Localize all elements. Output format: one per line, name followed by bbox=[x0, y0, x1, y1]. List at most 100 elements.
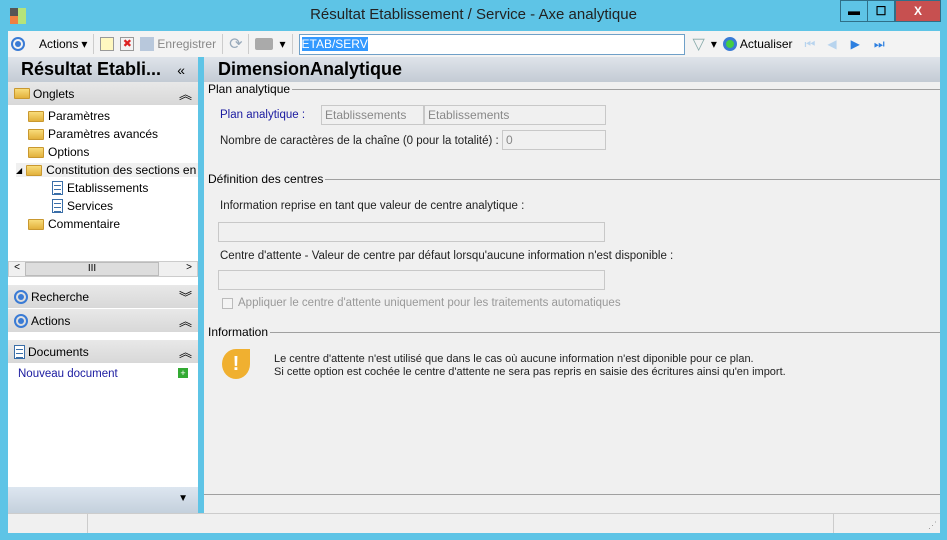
tree-item-options[interactable]: Options bbox=[28, 145, 89, 159]
document-icon bbox=[52, 199, 63, 213]
expand-arrow-icon[interactable]: ◢ bbox=[16, 166, 22, 175]
new-icon[interactable] bbox=[100, 37, 115, 51]
group-plan-analytique: Plan analytique bbox=[208, 82, 940, 96]
actions-header[interactable]: Actions ︽ bbox=[8, 309, 198, 332]
apply-auto-checkbox-row[interactable]: Appliquer le centre d'attente uniquement… bbox=[222, 297, 621, 309]
close-button[interactable]: X bbox=[895, 0, 941, 22]
print-icon[interactable] bbox=[255, 38, 274, 50]
delete-icon[interactable]: ✖ bbox=[120, 37, 135, 51]
folder-icon bbox=[28, 128, 44, 140]
expand-icon[interactable]: ︾ bbox=[179, 287, 192, 306]
divider bbox=[204, 494, 940, 495]
warning-icon: ! bbox=[222, 349, 250, 379]
group-definition-centres: Définition des centres bbox=[208, 172, 940, 186]
tree-item-etablissements[interactable]: Etablissements bbox=[52, 181, 148, 195]
folder-icon bbox=[28, 146, 44, 158]
folder-icon bbox=[28, 218, 44, 230]
group-title: Plan analytique bbox=[208, 82, 291, 96]
documents-label: Documents bbox=[28, 344, 89, 359]
nb-caracteres-field[interactable]: 0 bbox=[502, 130, 606, 150]
left-panel: Résultat Etabli... « Onglets ︽ Paramètres … bbox=[8, 57, 198, 513]
nb-caracteres-label: Nombre de caractères de la chaîne (0 pou… bbox=[220, 135, 499, 147]
group-information: Information bbox=[208, 325, 940, 339]
plan-code-field[interactable]: Etablissements bbox=[321, 105, 424, 125]
information-reprise-label: Information reprise en tant que valeur d… bbox=[220, 200, 525, 212]
filter-dropdown-icon[interactable]: ▾ bbox=[711, 37, 717, 51]
separator bbox=[222, 34, 224, 54]
collapse-icon[interactable]: ︽ bbox=[179, 311, 192, 330]
separator bbox=[248, 34, 250, 54]
toolbar: Actions ▾ ✖ Enregistrer ⟳ ▾ ETAB/SERV ▽ ▾… bbox=[8, 31, 940, 57]
onglets-header[interactable]: Onglets ︽ bbox=[8, 82, 198, 105]
next-record-icon[interactable]: ▶ bbox=[851, 37, 860, 51]
status-cell bbox=[8, 514, 88, 533]
recherche-label: Recherche bbox=[31, 289, 90, 304]
refresh-button[interactable]: Actualiser bbox=[722, 37, 793, 51]
tree-item-label: Commentaire bbox=[48, 217, 121, 231]
resize-grip-icon[interactable]: ⋰ bbox=[834, 514, 940, 533]
main-title: DimensionAnalytique bbox=[204, 57, 940, 82]
save-label: Enregistrer bbox=[157, 37, 217, 51]
search-value: ETAB/SERV bbox=[301, 36, 368, 51]
tree-item-label: Options bbox=[48, 145, 90, 159]
tree-item-parametres-avances[interactable]: Paramètres avancés bbox=[28, 127, 158, 141]
tree-item-constitution[interactable]: ◢ Constitution des sections en bbox=[16, 163, 198, 177]
tree-item-parametres[interactable]: Paramètres bbox=[28, 109, 110, 123]
plan-analytique-label: Plan analytique : bbox=[220, 109, 306, 121]
last-record-icon[interactable]: ⏭ bbox=[874, 37, 885, 52]
collapse-icon[interactable]: ︽ bbox=[179, 342, 192, 361]
collapse-panel-button[interactable]: « bbox=[177, 62, 185, 78]
document-icon bbox=[14, 344, 25, 359]
previous-record-icon[interactable]: ◀ bbox=[827, 37, 836, 51]
recherche-header[interactable]: Recherche ︾ bbox=[8, 285, 198, 308]
left-panel-title: Résultat Etabli... « bbox=[8, 57, 198, 82]
checkbox[interactable] bbox=[222, 297, 233, 309]
window-title: Résultat Etablissement / Service - Axe a… bbox=[310, 6, 637, 23]
refresh-icon bbox=[722, 37, 737, 51]
tree-item-services[interactable]: Services bbox=[52, 199, 113, 213]
sync-icon[interactable]: ⟳ bbox=[229, 34, 242, 54]
new-document-link[interactable]: Nouveau document bbox=[18, 368, 118, 380]
separator bbox=[93, 34, 95, 54]
checkbox-label: Appliquer le centre d'attente uniquement… bbox=[238, 297, 621, 309]
actions-menu-button[interactable]: Actions ▾ bbox=[39, 37, 87, 51]
add-icon[interactable]: + bbox=[178, 368, 188, 378]
scroll-thumb[interactable]: III bbox=[25, 262, 159, 276]
filter-icon[interactable]: ▽ bbox=[693, 34, 705, 54]
tree-item-label: Constitution des sections en bbox=[46, 163, 197, 177]
separator bbox=[291, 34, 293, 54]
onglets-label: Onglets bbox=[33, 86, 75, 101]
refresh-label: Actualiser bbox=[739, 37, 793, 51]
panel-footer-dropdown[interactable]: ▼ bbox=[8, 487, 198, 513]
document-icon bbox=[52, 181, 63, 195]
scroll-right-icon[interactable]: > bbox=[181, 262, 197, 276]
maximize-button[interactable]: ☐ bbox=[867, 0, 895, 22]
print-dropdown-icon[interactable]: ▾ bbox=[279, 37, 285, 51]
main-panel: DimensionAnalytique Plan analytique Plan… bbox=[204, 57, 940, 513]
horizontal-scrollbar[interactable]: < III > bbox=[8, 261, 198, 277]
search-circle-icon bbox=[14, 289, 28, 304]
status-bar: ⋰ bbox=[8, 513, 940, 533]
information-line-2: Si cette option est cochée le centre d'a… bbox=[274, 366, 786, 378]
tree-item-label: Etablissements bbox=[67, 181, 149, 195]
tree-item-label: Paramètres bbox=[48, 109, 111, 123]
actions-circle-icon bbox=[11, 37, 25, 51]
scroll-left-icon[interactable]: < bbox=[9, 262, 25, 276]
information-reprise-field[interactable] bbox=[218, 222, 605, 242]
group-title: Information bbox=[208, 325, 269, 339]
folder-open-icon bbox=[26, 164, 43, 176]
tree-item-commentaire[interactable]: Commentaire bbox=[28, 217, 120, 231]
centre-attente-field[interactable] bbox=[218, 270, 605, 290]
actions-label: Actions bbox=[31, 313, 71, 328]
search-input[interactable]: ETAB/SERV bbox=[298, 33, 685, 55]
save-button[interactable]: Enregistrer bbox=[140, 37, 216, 51]
status-cell bbox=[88, 514, 834, 533]
tabs-tree: Paramètres Paramètres avancés Options ◢ C… bbox=[8, 105, 198, 255]
information-text: Le centre d'attente n'est utilisé que da… bbox=[274, 353, 786, 379]
actions-circle-icon bbox=[14, 313, 28, 328]
minimize-button[interactable]: ▬ bbox=[840, 0, 868, 22]
first-record-icon[interactable]: ⏮ bbox=[805, 37, 816, 52]
plan-name-field[interactable]: Etablissements bbox=[424, 105, 606, 125]
collapse-icon[interactable]: ︽ bbox=[179, 84, 192, 103]
documents-header[interactable]: Documents ︽ bbox=[8, 340, 198, 363]
